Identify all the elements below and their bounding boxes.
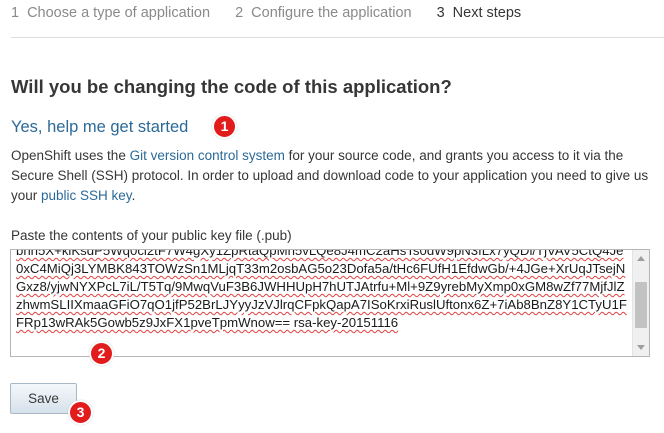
step-number: 2: [235, 5, 244, 21]
scroll-up-arrow-icon[interactable]: [637, 256, 645, 261]
step-choose-type: 1 Choose a type of application: [11, 5, 210, 23]
steps-divider: [11, 37, 664, 38]
step-number: 1: [11, 5, 20, 21]
public-key-value[interactable]: bnh5X+kiKsdP5Wq0cl2tF7W4gXy1ZpRtaQpMn5vL…: [16, 250, 630, 332]
scroll-down-arrow-icon[interactable]: [637, 345, 645, 350]
help-me-get-started-link[interactable]: Yes, help me get started: [11, 118, 188, 137]
wizard-steps: 1 Choose a type of application 2 Configu…: [11, 5, 546, 23]
save-button[interactable]: Save: [10, 383, 77, 414]
step-label: Next steps: [452, 5, 522, 21]
step-number: 3: [436, 5, 445, 21]
ssh-info-paragraph: OpenShift uses the Git version control s…: [11, 146, 656, 206]
annotation-badge-1: 1: [212, 114, 237, 139]
public-key-label: Paste the contents of your public key fi…: [11, 228, 292, 243]
step-label: Configure the application: [251, 5, 412, 21]
step-next-steps: 3 Next steps: [437, 5, 522, 23]
step-label: Choose a type of application: [27, 5, 211, 21]
step-configure: 2 Configure the application: [235, 5, 412, 23]
textarea-scrollbar[interactable]: [632, 250, 649, 356]
scrollbar-thumb[interactable]: [635, 282, 647, 328]
paragraph-text: .: [131, 188, 136, 203]
public-ssh-key-link[interactable]: public SSH key: [41, 188, 132, 203]
paragraph-text: OpenShift uses the: [11, 148, 130, 163]
git-version-control-link[interactable]: Git version control system: [130, 148, 285, 163]
annotation-badge-3: 3: [68, 400, 93, 425]
annotation-badge-2: 2: [89, 341, 114, 366]
page-question: Will you be changing the code of this ap…: [11, 76, 452, 97]
public-key-textarea[interactable]: bnh5X+kiKsdP5Wq0cl2tF7W4gXy1ZpRtaQpMn5vL…: [10, 249, 650, 357]
